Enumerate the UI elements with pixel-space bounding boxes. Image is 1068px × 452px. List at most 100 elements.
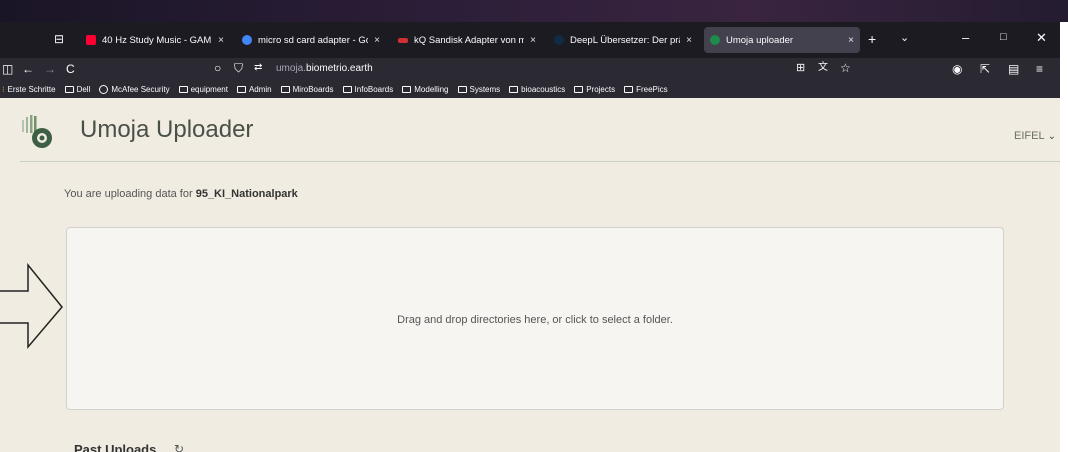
bookmark-label: MiroBoards <box>292 84 334 94</box>
permissions-icon[interactable]: ⇄ <box>254 61 262 75</box>
bookmark-item[interactable]: Systems <box>457 84 501 94</box>
tab-title: micro sd card adapter - Goo <box>258 34 369 46</box>
folder-icon <box>574 85 584 93</box>
bookmarks-bar: ⁝ Erste Schritte Dell McAfee Security equipm… <box>0 80 1060 98</box>
tab-list-icon[interactable]: ⊟ <box>52 32 66 46</box>
tab-3[interactable]: DeepL Übersetzer: Der präz × <box>548 27 698 53</box>
close-window-button[interactable]: ✕ <box>1036 30 1047 46</box>
close-icon[interactable]: × <box>374 35 380 46</box>
folder-icon <box>178 85 188 93</box>
bookmark-item[interactable]: Dell <box>64 84 91 94</box>
minimize-button[interactable]: – <box>962 30 969 45</box>
tracking-protection-icon[interactable]: ○ <box>214 61 221 75</box>
upload-info-text: You are uploading data for <box>64 188 196 200</box>
url-bar[interactable]: ○ ⛉ ⇄ umoja.biometrio.earth ⊞ 文 ☆ <box>210 60 860 78</box>
start-icon: ⁝ <box>2 84 5 94</box>
tab-title: kQ Sandisk Adapter von mic <box>414 34 525 46</box>
bookmark-label: Erste Schritte <box>7 84 56 94</box>
bookmark-item[interactable]: Projects <box>574 85 615 94</box>
lock-icon[interactable]: ⛉ <box>234 61 243 75</box>
folder-icon <box>457 85 467 93</box>
app-header: Umoja Uploader EIFEL ⌄ <box>20 98 1060 162</box>
menu-icon[interactable]: ≡ <box>1036 62 1043 76</box>
browser-window: ⊟ 40 Hz Study Music - GAMMA × micro sd c… <box>0 22 1060 452</box>
page: Umoja Uploader EIFEL ⌄ You are uploading… <box>0 98 1060 452</box>
wallpaper <box>0 0 1068 22</box>
content-area: You are uploading data for 95_KI_Nationa… <box>20 162 1060 452</box>
install-app-icon[interactable]: ⊞ <box>796 61 805 75</box>
folder-icon <box>64 85 74 93</box>
globe-icon <box>99 84 109 94</box>
bookmark-label: FreePics <box>636 84 668 94</box>
close-icon[interactable]: × <box>848 35 854 46</box>
bookmark-item[interactable]: InfoBoards <box>342 84 394 94</box>
bookmark-item[interactable]: Admin <box>236 84 272 94</box>
deepl-favicon-icon <box>554 35 564 45</box>
bookmark-item[interactable]: Modelling <box>402 84 449 94</box>
youtube-favicon-icon <box>86 35 96 45</box>
bookmark-item[interactable]: FreePics <box>624 85 668 94</box>
google-favicon-icon <box>242 35 252 45</box>
close-icon[interactable]: × <box>530 35 536 46</box>
tab-title: Umoja uploader <box>726 34 794 46</box>
translate-icon[interactable]: 文 <box>818 61 828 75</box>
umoja-favicon-icon <box>710 35 720 45</box>
user-menu[interactable]: EIFEL ⌄ <box>1014 130 1056 142</box>
bookmark-label: Dell <box>76 84 91 94</box>
folder-icon <box>509 85 519 93</box>
bookmark-item[interactable]: MiroBoards <box>280 84 334 94</box>
user-menu-label: EIFEL <box>1014 130 1045 142</box>
folder-icon <box>236 85 246 93</box>
upload-info: You are uploading data for 95_KI_Nationa… <box>64 188 298 200</box>
bookmark-item[interactable]: bioacoustics <box>509 85 565 94</box>
extensions-icon[interactable]: ⇱ <box>980 62 990 76</box>
bookmark-label: Systems <box>469 84 501 94</box>
bookmark-label: bioacoustics <box>521 84 566 94</box>
maximize-button[interactable]: □ <box>1000 31 1007 43</box>
bookmark-item[interactable]: ⁝ Erste Schritte <box>2 85 56 94</box>
app-title: Umoja Uploader <box>80 116 254 143</box>
tab-list-button[interactable]: ⌄ <box>900 31 909 44</box>
annotation-arrow-icon <box>0 263 63 350</box>
url-text[interactable]: umoja.biometrio.earth <box>276 63 373 74</box>
bookmark-label: InfoBoards <box>354 84 394 94</box>
bookmark-label: McAfee Security <box>111 84 170 94</box>
folder-icon <box>342 85 352 93</box>
account-icon[interactable]: ◉ <box>952 62 962 76</box>
folder-icon <box>280 85 290 93</box>
reload-icon[interactable]: C <box>66 62 75 76</box>
tab-0[interactable]: 40 Hz Study Music - GAMMA × <box>80 27 230 53</box>
tab-2[interactable]: kQ Sandisk Adapter von mic × <box>392 27 542 53</box>
refresh-icon[interactable]: ↻ <box>174 442 184 452</box>
bookmark-label: Projects <box>586 84 616 94</box>
folder-icon <box>624 85 634 93</box>
tab-title: 40 Hz Study Music - GAMMA <box>102 34 212 46</box>
sidebar-toggle-icon[interactable]: ◫ <box>2 62 13 76</box>
dropzone-text: Drag and drop directories here, or click… <box>397 314 673 326</box>
store-favicon-icon <box>398 37 408 43</box>
bookmark-star-icon[interactable]: ☆ <box>840 61 851 75</box>
navigation-bar: ◫ ← → C ○ ⛉ ⇄ umoja.biometrio.earth ⊞ 文 … <box>0 58 1060 80</box>
forward-icon[interactable]: → <box>44 62 56 76</box>
bookmark-label: Modelling <box>414 84 449 94</box>
back-icon[interactable]: ← <box>22 62 34 76</box>
reader-icon[interactable]: ▤ <box>1008 62 1019 76</box>
bookmark-item[interactable]: equipment <box>178 84 228 94</box>
umoja-logo-icon <box>22 115 52 148</box>
folder-icon <box>402 85 412 93</box>
chevron-down-icon: ⌄ <box>1047 130 1056 142</box>
past-uploads-heading: Past Uploads <box>74 442 157 452</box>
dropzone[interactable]: Drag and drop directories here, or click… <box>66 227 1004 410</box>
close-icon[interactable]: × <box>686 35 692 46</box>
bookmark-label: equipment <box>190 84 228 94</box>
project-name: 95_KI_Nationalpark <box>195 188 298 200</box>
tab-bar: ⊟ 40 Hz Study Music - GAMMA × micro sd c… <box>0 22 1060 58</box>
new-tab-button[interactable]: + <box>868 31 876 47</box>
tab-1[interactable]: micro sd card adapter - Goo × <box>236 27 386 53</box>
bookmark-label: Admin <box>248 84 272 94</box>
tab-title: DeepL Übersetzer: Der präz <box>570 34 681 46</box>
tab-4-active[interactable]: Umoja uploader × <box>704 27 860 53</box>
bookmark-item[interactable]: McAfee Security <box>99 84 170 94</box>
desktop: ⊟ 40 Hz Study Music - GAMMA × micro sd c… <box>0 0 1068 452</box>
close-icon[interactable]: × <box>218 35 224 46</box>
